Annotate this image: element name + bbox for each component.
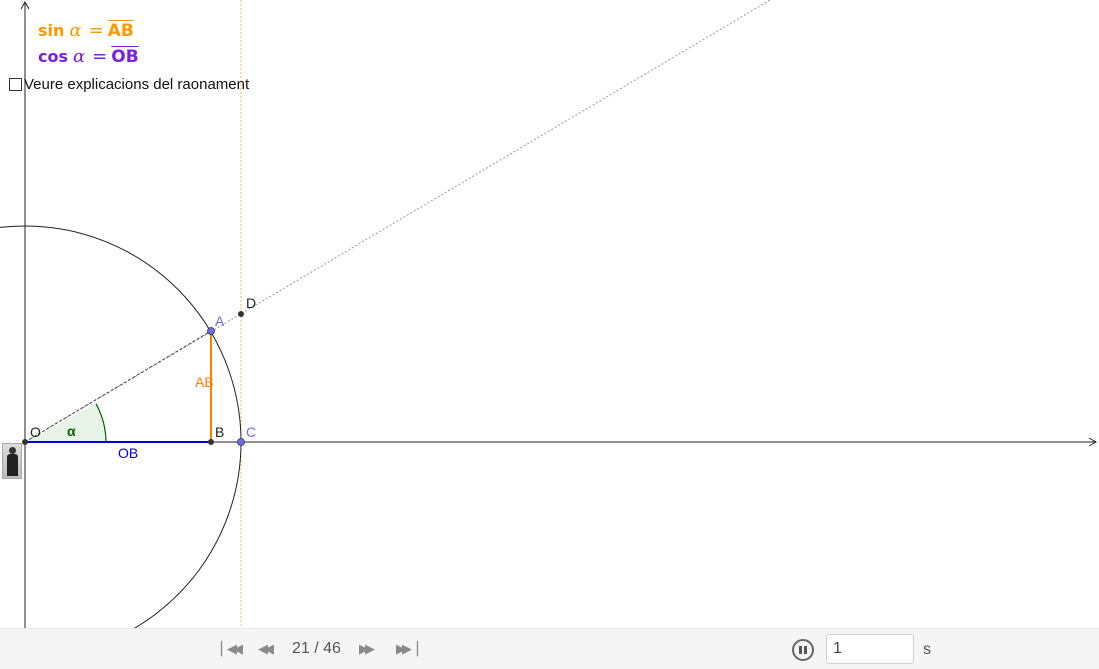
segment-ob-label: OB xyxy=(118,445,138,461)
cos-formula: cos α = OB xyxy=(38,46,139,67)
point-b[interactable] xyxy=(208,439,214,445)
point-o-label: O xyxy=(30,424,41,440)
speed-input[interactable] xyxy=(826,634,914,664)
animation-toolbar: ▏◀◀ ◀◀ 21 / 46 ▶▶ ▶▶▕ s xyxy=(0,628,1099,669)
segment-ab-label: AB xyxy=(195,374,214,390)
skip-to-end-icon[interactable]: ▶▶▕ xyxy=(396,639,418,659)
cos-function: cos xyxy=(38,47,68,66)
rewind-icon[interactable]: ◀◀ xyxy=(258,639,274,659)
explanation-checkbox[interactable] xyxy=(9,78,22,91)
cos-alpha: α xyxy=(73,46,86,67)
point-b-label: B xyxy=(215,424,224,440)
fast-forward-icon[interactable]: ▶▶ xyxy=(359,639,375,659)
point-c[interactable] xyxy=(237,438,245,446)
geometry-canvas[interactable]: α OB AB O B A C D xyxy=(0,0,1099,628)
explanation-label: Veure explicacions del raonament xyxy=(24,76,250,93)
point-c-label: C xyxy=(246,424,256,440)
cos-segment: OB xyxy=(111,47,139,67)
sin-formula: sin α = AB xyxy=(38,20,134,41)
point-d[interactable] xyxy=(238,311,244,317)
sin-segment: AB xyxy=(107,21,134,41)
point-a-label: A xyxy=(215,313,225,329)
point-d-label: D xyxy=(246,295,256,311)
explanation-toggle[interactable]: Veure explicacions del raonament xyxy=(9,76,249,93)
point-o[interactable] xyxy=(22,439,28,445)
sin-alpha: α xyxy=(69,20,82,41)
sin-function: sin xyxy=(38,21,65,40)
angle-label: α xyxy=(67,423,76,439)
pause-icon[interactable] xyxy=(792,639,814,661)
portrait-image xyxy=(2,443,22,479)
point-a[interactable] xyxy=(207,327,215,335)
cos-equals: = xyxy=(92,46,108,67)
sin-equals: = xyxy=(88,20,104,41)
step-counter: 21 / 46 xyxy=(292,640,341,657)
skip-to-start-icon[interactable]: ▏◀◀ xyxy=(221,639,243,659)
speed-unit: s xyxy=(923,641,931,658)
